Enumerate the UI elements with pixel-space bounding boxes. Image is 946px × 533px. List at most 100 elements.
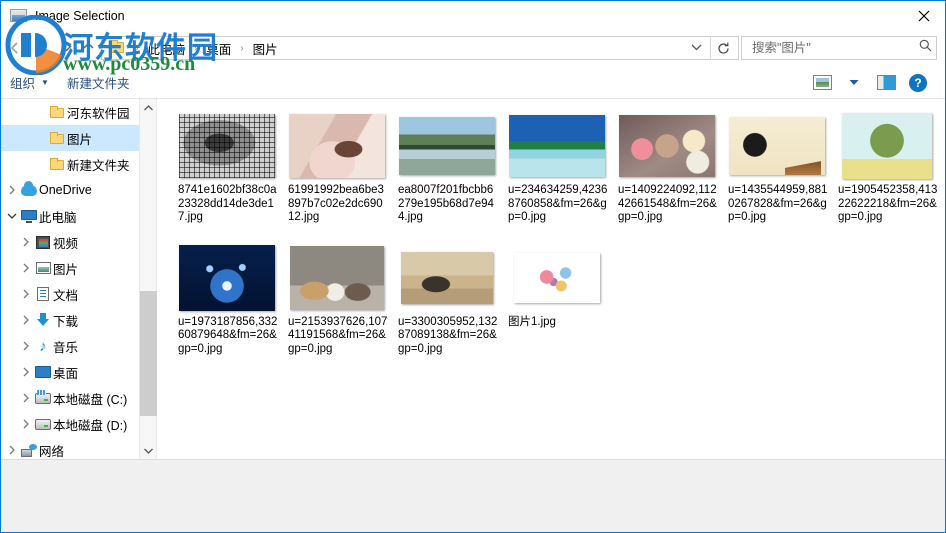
file-name-label: u=1435544959,8810267828&fm=26&gp=0.jpg	[728, 184, 828, 223]
file-name-label: 图片1.jpg	[508, 315, 556, 328]
sidebar-item-3[interactable]: OneDrive	[1, 177, 139, 203]
file-thumbnail	[288, 245, 386, 311]
file-item[interactable]: u=234634259,42368760858&fm=26&gp=0.jpg	[502, 113, 612, 225]
navigation-pane[interactable]: 河东软件园 图片 新建文件夹 OneDrive 此电脑 视频 图片 文档 下载 ♪ 音乐 桌面 本地磁盘…	[1, 99, 140, 459]
change-view-caret-icon[interactable]	[839, 71, 869, 95]
sidebar-item-2[interactable]: 新建文件夹	[1, 151, 139, 177]
documents-icon	[33, 287, 53, 301]
chevron-right-icon[interactable]	[19, 289, 33, 299]
preview-pane-icon[interactable]	[871, 71, 901, 95]
sidebar-item-6[interactable]: 图片	[1, 255, 139, 281]
sidebar-item-label: OneDrive	[39, 183, 92, 197]
close-icon[interactable]	[901, 1, 945, 31]
sidebar-item-0[interactable]: 河东软件园	[1, 99, 139, 125]
scrollbar-thumb[interactable]	[140, 291, 157, 416]
help-icon[interactable]: ?	[903, 71, 933, 95]
desktop-icon	[33, 366, 53, 378]
chevron-right-icon[interactable]	[5, 445, 19, 455]
file-item[interactable]: 61991992bea6be3897b7c02e2dc69012.jpg	[282, 113, 392, 225]
navigation-pane-scrollbar[interactable]	[140, 99, 157, 459]
breadcrumb-item-1[interactable]: 桌面	[203, 37, 234, 60]
sidebar-item-label: 本地磁盘 (D:)	[53, 418, 128, 433]
search-box[interactable]	[741, 36, 937, 60]
file-list-view[interactable]: 8741e1602bf38c0a23328dd14de3de17.jpg 6199…	[158, 99, 945, 459]
sidebar-item-label: 下载	[53, 314, 79, 329]
thumbnail-image	[179, 114, 275, 178]
breadcrumb-separator-2: ›	[240, 42, 244, 54]
file-item[interactable]: u=3300305952,13287089138&fm=26&gp=0.jpg	[392, 245, 502, 357]
folder-icon	[47, 106, 67, 118]
file-item[interactable]: u=1435544959,8810267828&fm=26&gp=0.jpg	[722, 113, 832, 225]
chevron-right-icon[interactable]	[19, 341, 33, 351]
chevron-right-icon[interactable]	[19, 367, 33, 377]
file-thumbnail	[398, 113, 496, 179]
refresh-icon[interactable]	[710, 36, 736, 60]
sidebar-item-label: 图片	[53, 262, 79, 277]
forward-arrow-icon[interactable]	[29, 33, 57, 63]
breadcrumb-item-2[interactable]: 图片	[250, 37, 281, 60]
breadcrumb-item-0[interactable]: 此电脑	[144, 37, 188, 60]
file-item[interactable]: u=1905452358,41322622218&fm=26&gp=0.jpg	[832, 113, 942, 225]
scroll-down-icon[interactable]	[140, 442, 157, 459]
recent-locations-icon[interactable]	[57, 33, 75, 63]
search-input[interactable]	[750, 40, 915, 56]
organize-button[interactable]: 组织 ▼	[1, 69, 58, 96]
help-glyph: ?	[909, 73, 927, 92]
cloud-icon	[19, 180, 39, 196]
thumbnail-image	[619, 115, 715, 177]
thumbnail-image	[289, 114, 385, 178]
organize-label: 组织	[10, 77, 36, 91]
file-item[interactable]: ea8007f201fbcbb6279e195b68d7e944.jpg	[392, 113, 502, 225]
chevron-right-icon[interactable]	[19, 315, 33, 325]
title-bar: Image Selection	[1, 1, 945, 31]
file-item[interactable]: u=1409224092,11242661548&fm=26&gp=0.jpg	[612, 113, 722, 225]
file-thumbnail	[288, 113, 386, 179]
dialog-footer: 文件名(N): All 打开(O) 取消	[1, 459, 945, 532]
file-name-label: 8741e1602bf38c0a23328dd14de3de17.jpg	[178, 184, 277, 223]
sidebar-item-5[interactable]: 视频	[1, 229, 139, 255]
chevron-right-icon[interactable]	[19, 237, 33, 247]
thumbnail-image	[179, 244, 275, 311]
sidebar-item-7[interactable]: 文档	[1, 281, 139, 307]
file-item[interactable]: 8741e1602bf38c0a23328dd14de3de17.jpg	[172, 113, 282, 225]
sidebar-item-label: 音乐	[53, 340, 79, 355]
file-item[interactable]: u=2153937626,10741191568&fm=26&gp=0.jpg	[282, 245, 392, 357]
thumbnail-image	[399, 117, 495, 175]
chevron-right-icon[interactable]	[5, 185, 19, 195]
scroll-up-icon[interactable]	[140, 99, 157, 116]
file-thumbnail	[838, 113, 936, 179]
file-item[interactable]: u=1973187856,33260879648&fm=26&gp=0.jpg	[172, 244, 282, 357]
sidebar-item-label: 此电脑	[39, 210, 77, 225]
sidebar-item-10[interactable]: 桌面	[1, 359, 139, 385]
search-icon	[919, 39, 932, 57]
sidebar-item-4[interactable]: 此电脑	[1, 203, 139, 229]
chevron-right-icon[interactable]	[19, 419, 33, 429]
chevron-down-icon[interactable]	[5, 212, 19, 220]
sidebar-item-label: 网络	[39, 444, 65, 459]
sidebar-item-13[interactable]: 网络	[1, 437, 139, 459]
change-view-icon[interactable]	[807, 71, 837, 95]
disk-icon	[33, 418, 53, 430]
toolbar: 组织 ▼ 新建文件夹 ?	[1, 67, 945, 99]
file-thumbnail	[618, 113, 716, 179]
sidebar-item-12[interactable]: 本地磁盘 (D:)	[1, 411, 139, 437]
file-name-label: u=1409224092,11242661548&fm=26&gp=0.jpg	[618, 184, 717, 223]
breadcrumb[interactable]: › 此电脑 › 桌面 › 图片	[101, 36, 739, 60]
toolbar-right-group: ?	[807, 71, 945, 95]
file-thumbnail	[508, 113, 606, 179]
sidebar-item-1[interactable]: 图片	[1, 125, 139, 151]
file-item[interactable]: 图片1.jpg	[502, 245, 612, 357]
back-arrow-icon[interactable]	[1, 33, 29, 63]
breadcrumb-separator-0: ›	[135, 42, 139, 54]
downloads-icon	[33, 313, 53, 327]
sidebar-item-8[interactable]: 下载	[1, 307, 139, 333]
up-arrow-icon[interactable]	[75, 33, 101, 63]
folder-icon	[107, 38, 127, 58]
chevron-right-icon[interactable]	[19, 263, 33, 273]
chevron-right-icon[interactable]	[19, 393, 33, 403]
new-folder-button[interactable]: 新建文件夹	[58, 69, 139, 96]
sidebar-item-11[interactable]: 本地磁盘 (C:)	[1, 385, 139, 411]
file-thumbnail	[178, 113, 276, 179]
sidebar-item-9[interactable]: ♪ 音乐	[1, 333, 139, 359]
chevron-down-icon[interactable]	[683, 43, 710, 53]
